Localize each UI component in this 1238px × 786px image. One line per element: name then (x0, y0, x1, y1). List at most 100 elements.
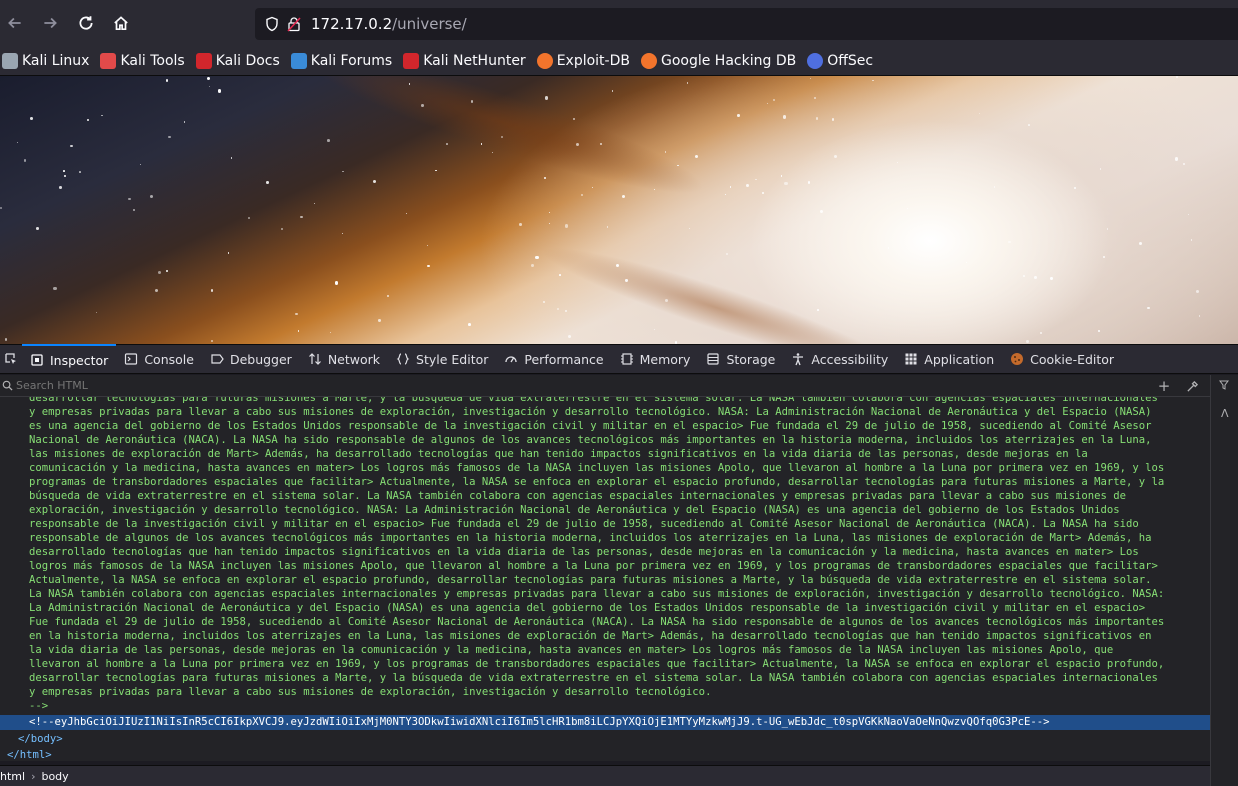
tab-accessibility[interactable]: Accessibility (783, 344, 896, 374)
insecure-lock-icon[interactable] (283, 13, 305, 35)
tab-inspector[interactable]: Inspector (22, 344, 117, 374)
bookmark-kali-forums[interactable]: Kali Forums (290, 52, 392, 69)
breadcrumb-html[interactable]: html (0, 770, 25, 783)
selected-comment-row[interactable]: <!--eyJhbGciOiJIUzI1NiIsInR5cCI6IkpXVCJ9… (0, 715, 1210, 730)
bookmark-exploit-db[interactable]: Exploit-DB (536, 52, 630, 69)
tab-cookie-editor[interactable]: Cookie-Editor (1002, 344, 1122, 374)
comment-line: Actualmente, la NASA se enfoca en explor… (29, 574, 1152, 586)
home-button[interactable] (104, 6, 138, 40)
comment-line: es una agencia del gobierno de los Estad… (29, 420, 1152, 432)
star-dot (334, 281, 338, 285)
element-picker-button[interactable] (0, 344, 22, 374)
bookmark-kali-linux[interactable]: Kali Linux (2, 52, 89, 69)
star-dot (16, 141, 18, 144)
star-dot (470, 100, 473, 103)
comment-line: y empresas privadas para llevar a cabo s… (29, 686, 712, 698)
comment-line: llevaron al hombre a la Luna por primera… (29, 658, 1165, 670)
star-dot (519, 223, 522, 227)
chevron-right-icon: › (31, 769, 36, 783)
star-dot (558, 274, 561, 276)
tab-debugger[interactable]: Debugger (202, 344, 300, 374)
comment-line: Nacional de Aeronáutica (NACA). La NASA … (29, 434, 1152, 446)
tab-label: Debugger (229, 351, 292, 367)
star-dot (556, 307, 560, 310)
bookmark-kali-docs[interactable]: Kali Docs (195, 52, 280, 69)
star-dot (1034, 276, 1037, 279)
comment-line: comunicación y la medicina, hasta avance… (29, 462, 1165, 474)
side-panel-glyph: Λ (1221, 407, 1229, 420)
tab-label: Memory (639, 351, 691, 367)
star-dot (0, 206, 3, 209)
bookmark-label: Exploit-DB (556, 52, 630, 69)
search-html-input[interactable] (16, 379, 416, 392)
star-dot (784, 182, 788, 186)
forward-button[interactable] (33, 6, 67, 40)
comment-line: desarrollar tecnologías para futuras mis… (29, 397, 1158, 404)
bookmark-google-hacking-db[interactable]: Google Hacking DB (640, 52, 796, 69)
star-dot (70, 144, 73, 148)
star-dot (210, 289, 213, 292)
star-dot (813, 96, 817, 99)
html-search-bar: + (0, 375, 1210, 397)
tab-application[interactable]: Application (896, 344, 1002, 374)
comment-close[interactable]: --> (29, 699, 48, 713)
comment-line: y empresas privadas para llevar a cabo s… (29, 406, 1152, 418)
tab-performance[interactable]: Performance (496, 344, 611, 374)
star-dot (247, 217, 250, 220)
bookmarks-bar: Kali Linux Kali Tools Kali Docs Kali Forums… (0, 46, 1238, 76)
tab-style-editor[interactable]: Style Editor (388, 344, 496, 374)
bookmark-offsec[interactable]: OffSec (807, 52, 873, 69)
star-dot (58, 186, 62, 190)
star-dot (295, 312, 298, 316)
star-dot (446, 143, 448, 145)
comment-node-text[interactable]: desarrollar tecnologías para futuras mis… (29, 397, 1209, 699)
jwt-comment-text[interactable]: <!--eyJhbGciOiJIUzI1NiIsInR5cCI6IkpXVCJ9… (29, 715, 1049, 729)
accessibility-icon (791, 352, 805, 366)
tab-label: Application (924, 351, 995, 367)
tab-label: Performance (524, 351, 604, 367)
star-dot (1102, 256, 1105, 258)
tab-network[interactable]: Network (300, 344, 388, 374)
star-dot (677, 164, 679, 166)
star-dot (4, 338, 8, 341)
eyedropper-icon[interactable] (1184, 378, 1200, 394)
breadcrumb: html › body (0, 765, 1210, 786)
star-dot (761, 191, 764, 194)
exploit-db-icon (536, 52, 553, 69)
url-host: 172.17.0.2 (311, 15, 393, 33)
tab-storage[interactable]: Storage (698, 344, 783, 374)
filter-icon[interactable] (1219, 380, 1229, 393)
close-body-tag[interactable]: </body> (18, 732, 63, 746)
shield-icon[interactable] (261, 13, 283, 35)
forward-arrow-icon (44, 17, 57, 29)
star-dot (1027, 123, 1030, 126)
add-node-icon[interactable]: + (1156, 377, 1172, 395)
bookmark-kali-tools[interactable]: Kali Tools (100, 52, 185, 69)
tab-label: Cookie-Editor (1030, 351, 1115, 367)
bookmark-label: Kali Docs (215, 52, 280, 69)
tab-label: Inspector (50, 352, 109, 368)
bookmark-kali-nethunter[interactable]: Kali NetHunter (403, 52, 526, 69)
star-dot (157, 271, 161, 275)
back-button[interactable] (0, 6, 32, 40)
offsec-icon (807, 52, 824, 69)
comment-line: responsable de la investigación civil y … (29, 518, 1139, 530)
comment-line: responsable de algunos de los avances te… (29, 532, 1152, 544)
back-arrow-icon (8, 17, 21, 29)
url-text[interactable]: 172.17.0.2/universe/ (311, 15, 467, 33)
reload-button[interactable] (69, 6, 103, 40)
tab-console[interactable]: Console (116, 344, 202, 374)
close-html-tag[interactable]: </html> (7, 748, 52, 761)
tab-label: Console (144, 351, 194, 367)
star-dot (87, 119, 89, 121)
comment-line: en la historia moderna, incluidos los at… (29, 630, 1152, 642)
star-dot (611, 89, 614, 92)
element-picker-icon (5, 353, 16, 364)
debugger-icon (210, 352, 224, 366)
breadcrumb-body[interactable]: body (41, 770, 68, 783)
star-dot (1187, 213, 1189, 215)
tab-memory[interactable]: Memory (612, 344, 699, 374)
url-bar[interactable]: 172.17.0.2/universe/ (255, 8, 1238, 40)
star-dot (1176, 76, 1178, 79)
star-dot (1073, 186, 1076, 189)
